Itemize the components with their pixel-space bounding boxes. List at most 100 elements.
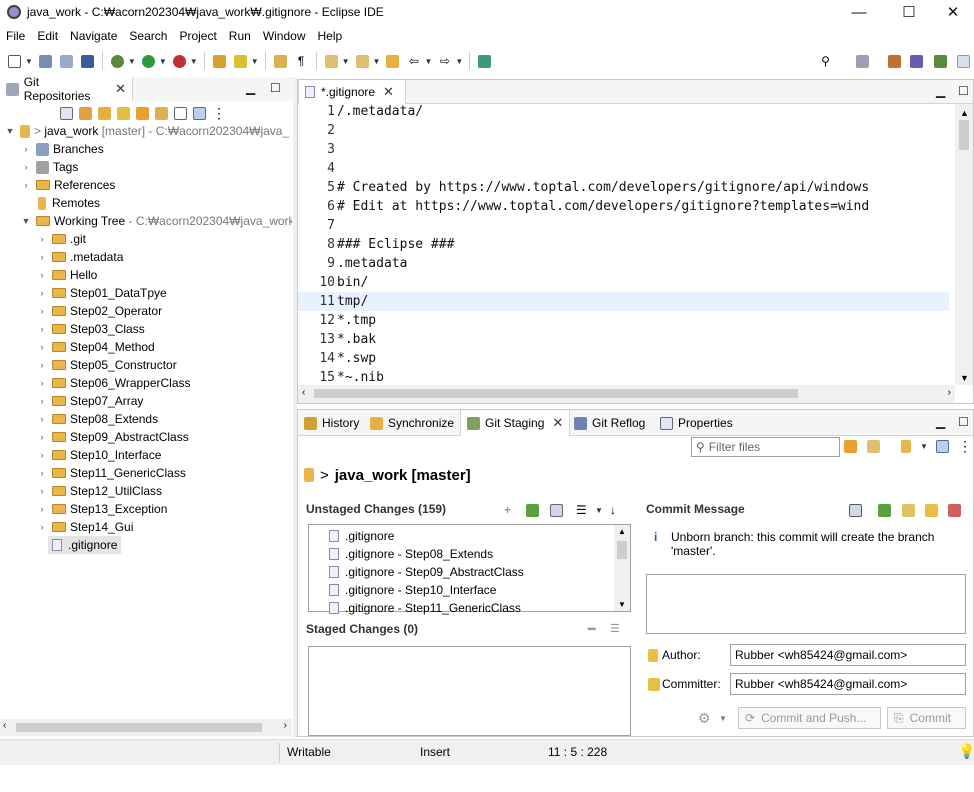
chevron-down-icon[interactable]: ▼	[25, 57, 33, 66]
tree-node-folder[interactable]: › Step01_DataTpye	[36, 284, 167, 302]
tree-node-folder[interactable]: › Step07_Array	[36, 392, 144, 410]
annotation-icon[interactable]	[272, 53, 289, 69]
commit-and-push-button[interactable]: ⟳ Commit and Push...	[738, 707, 881, 729]
team-sync-perspective-icon[interactable]	[955, 53, 972, 69]
close-icon[interactable]: ✕	[383, 84, 394, 100]
chevron-right-icon[interactable]: ›	[36, 324, 48, 334]
prev-annotation-icon[interactable]	[354, 53, 371, 69]
tree-node-folder[interactable]: › Step14_Gui	[36, 518, 134, 536]
tab-git-reflog[interactable]: Git Reflog	[568, 410, 651, 436]
new-icon[interactable]	[6, 53, 23, 69]
code-line[interactable]: 12 *.tmp	[298, 311, 949, 330]
tree-node-folder[interactable]: › Step08_Extends	[36, 410, 159, 428]
unstaged-scrollbar[interactable]: ▲ ▼	[614, 525, 630, 611]
pin-editor-icon[interactable]	[476, 53, 493, 69]
chevron-right-icon[interactable]: ›	[20, 162, 32, 172]
chevron-down-icon[interactable]: ▼	[455, 57, 463, 66]
tree-node-folder[interactable]: › .metadata	[36, 248, 124, 266]
list-item[interactable]: .gitignore - Step10_Interface	[329, 581, 496, 599]
menu-edit[interactable]: Edit	[37, 29, 58, 43]
tree-node-folder[interactable]: › Step13_Exception	[36, 500, 168, 518]
signed-off-icon[interactable]	[878, 504, 891, 517]
open-perspective-icon[interactable]	[854, 53, 871, 69]
compare-mode-icon[interactable]	[867, 440, 880, 453]
tree-node-tags[interactable]: › Tags	[20, 158, 79, 176]
chevron-right-icon[interactable]: ›	[36, 414, 48, 424]
code-line[interactable]: 5 # Created by https://www.toptal.com/dev…	[298, 178, 949, 197]
close-icon[interactable]: ✕	[115, 81, 126, 97]
menu-run[interactable]: Run	[229, 29, 251, 43]
ignore-icon[interactable]	[550, 504, 563, 517]
terminal-icon[interactable]	[79, 53, 96, 69]
close-button[interactable]: ✕	[930, 0, 974, 24]
chevron-down-icon[interactable]: ▼	[20, 216, 32, 226]
save-all-icon[interactable]	[58, 53, 75, 69]
chevron-right-icon[interactable]: ›	[36, 522, 48, 532]
tree-node-branches[interactable]: › Branches	[20, 140, 104, 158]
chevron-down-icon[interactable]: ▼	[128, 57, 136, 66]
chevron-right-icon[interactable]: ›	[36, 306, 48, 316]
link-editor-icon[interactable]	[193, 106, 206, 120]
tab-gitignore[interactable]: *.gitignore ✕	[298, 80, 406, 104]
maximize-icon[interactable]: ☐	[270, 81, 281, 95]
minimize-icon[interactable]: ▁	[936, 415, 945, 429]
chevron-right-icon[interactable]: ›	[36, 252, 48, 262]
menu-search[interactable]: Search	[129, 29, 167, 43]
next-annotation-icon[interactable]	[323, 53, 340, 69]
tree-node-folder[interactable]: › .git	[36, 230, 87, 248]
tree-node-folder[interactable]: › Step11_GenericClass	[36, 464, 186, 482]
refresh-icon[interactable]	[844, 440, 857, 453]
collapse-all-icon[interactable]	[60, 106, 73, 120]
code-line[interactable]: 7	[298, 216, 949, 235]
last-edit-icon[interactable]	[384, 53, 401, 69]
chevron-down-icon[interactable]: ▼	[4, 126, 16, 136]
code-line[interactable]: 4	[298, 159, 949, 178]
chevron-down-icon[interactable]: ▼	[159, 57, 167, 66]
chevron-right-icon[interactable]: ›	[20, 180, 32, 190]
tree-horizontal-scrollbar[interactable]: ‹ ›	[0, 719, 292, 736]
debug-perspective-icon[interactable]	[932, 53, 949, 69]
menu-file[interactable]: File	[6, 29, 25, 43]
change-id-icon[interactable]	[902, 504, 915, 517]
list-item[interactable]: .gitignore	[329, 527, 394, 545]
sign-commit-icon[interactable]	[925, 504, 938, 517]
maximize-icon[interactable]: ☐	[958, 415, 969, 429]
repository-icon[interactable]	[901, 440, 911, 453]
code-line[interactable]: 9 .metadata	[298, 254, 949, 273]
maximize-icon[interactable]: ☐	[958, 84, 969, 98]
menu-window[interactable]: Window	[263, 29, 306, 43]
maximize-button[interactable]: ☐	[886, 0, 932, 24]
list-item[interactable]: .gitignore - Step08_Extends	[329, 545, 493, 563]
fetch-icon[interactable]	[136, 106, 149, 120]
tree-node-references[interactable]: › References	[20, 176, 116, 194]
menu-navigate[interactable]: Navigate	[70, 29, 117, 43]
chevron-right-icon[interactable]: ›	[36, 270, 48, 280]
view-menu-icon[interactable]: ⋮	[212, 105, 226, 122]
menu-project[interactable]: Project	[179, 29, 216, 43]
run-icon[interactable]	[140, 53, 157, 69]
list-item[interactable]: .gitignore - Step09_AbstractClass	[329, 563, 524, 581]
search-icon[interactable]: ⚲	[817, 53, 834, 69]
chevron-down-icon[interactable]: ▼	[920, 442, 928, 451]
pull-icon[interactable]	[155, 106, 168, 120]
chevron-down-icon[interactable]: ▼	[342, 57, 350, 66]
tree-node-repo[interactable]: ▼ > java_work [master] - C:₩acorn202304₩…	[4, 122, 290, 140]
code-line[interactable]: 1/.metadata/	[298, 102, 949, 121]
chevron-right-icon[interactable]: ›	[36, 360, 48, 370]
remove-all-icon[interactable]: ☰	[610, 622, 620, 635]
chevron-right-icon[interactable]: ›	[36, 432, 48, 442]
chevron-down-icon[interactable]: ▼	[595, 506, 603, 515]
chevron-right-icon[interactable]: ›	[36, 468, 48, 478]
remove-icon[interactable]: ━	[588, 622, 595, 636]
chevron-right-icon[interactable]: ›	[36, 486, 48, 496]
code-line[interactable]: 14 *.swp	[298, 349, 949, 368]
close-icon[interactable]: ✕	[552, 415, 563, 431]
push-icon[interactable]	[948, 504, 961, 517]
list-item[interactable]: .gitignore - Step11_GenericClass	[329, 599, 521, 617]
save-icon[interactable]	[37, 53, 54, 69]
chevron-down-icon[interactable]: ▼	[373, 57, 381, 66]
chevron-right-icon[interactable]: ›	[36, 288, 48, 298]
code-line[interactable]: 10 bin/	[298, 273, 949, 292]
add-icon[interactable]: +	[504, 503, 511, 517]
tree-node-folder[interactable]: › Step02_Operator	[36, 302, 163, 320]
